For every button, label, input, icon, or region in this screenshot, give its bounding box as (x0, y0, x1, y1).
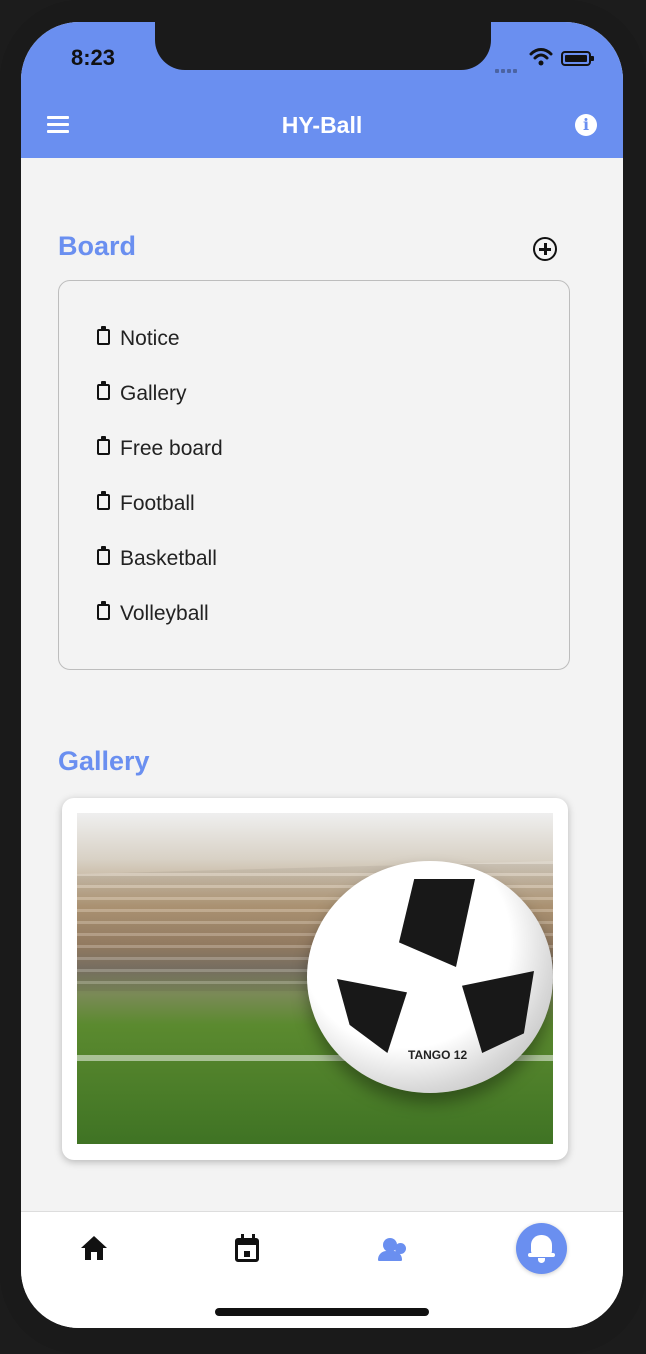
device-notch (155, 22, 491, 70)
gallery-card[interactable]: TANGO 12 (62, 798, 568, 1160)
app-title: HY-Ball (281, 112, 363, 138)
board-item-notice[interactable]: Notice (97, 311, 223, 366)
board-item-label: Notice (120, 326, 180, 350)
board-item-basketball[interactable]: Basketball (97, 531, 223, 586)
board-item-free-board[interactable]: Free board (97, 421, 223, 476)
app-screen: 8:23 HY-Ball i Board Notice Gallery Free… (21, 22, 623, 1328)
board-item-label: Volleyball (120, 601, 209, 625)
clipboard-icon (97, 325, 110, 345)
board-item-football[interactable]: Football (97, 476, 223, 531)
bell-icon[interactable] (516, 1223, 567, 1274)
add-circle-icon[interactable] (533, 237, 557, 261)
clipboard-icon (97, 545, 110, 565)
group-icon[interactable] (375, 1234, 417, 1276)
home-indicator (215, 1308, 429, 1316)
board-item-label: Gallery (120, 381, 187, 405)
board-item-label: Free board (120, 436, 223, 460)
status-bar: 8:23 (21, 22, 623, 92)
info-icon[interactable]: i (575, 114, 597, 136)
cellular-signal-icon (495, 60, 519, 78)
wifi-icon (529, 48, 553, 66)
ball-panel (462, 971, 534, 1053)
board-section-title: Board (58, 231, 137, 261)
soccer-ball: TANGO 12 (307, 861, 553, 1093)
ball-panel (337, 979, 407, 1053)
clipboard-icon (97, 380, 110, 400)
ball-model-text: TANGO 12 (408, 1048, 468, 1062)
ball-panel (399, 879, 475, 967)
board-item-label: Football (120, 491, 195, 515)
battery-icon (561, 51, 594, 66)
gallery-soccer-ball-image[interactable]: TANGO 12 (77, 813, 553, 1144)
clipboard-icon (97, 435, 110, 455)
board-item-volleyball[interactable]: Volleyball (97, 586, 223, 641)
clipboard-icon (97, 490, 110, 510)
board-list-card: Notice Gallery Free board Football Baske… (58, 280, 570, 670)
status-time: 8:23 (71, 45, 116, 70)
calendar-icon[interactable] (227, 1234, 269, 1276)
clipboard-icon (97, 600, 110, 620)
app-bar: HY-Ball i (21, 92, 623, 158)
phone-frame: 8:23 HY-Ball i Board Notice Gallery Free… (0, 0, 646, 1354)
board-list: Notice Gallery Free board Football Baske… (97, 311, 223, 641)
gallery-section-title: Gallery (58, 746, 150, 776)
board-item-gallery[interactable]: Gallery (97, 366, 223, 421)
board-item-label: Basketball (120, 546, 217, 570)
home-icon[interactable] (77, 1234, 119, 1276)
